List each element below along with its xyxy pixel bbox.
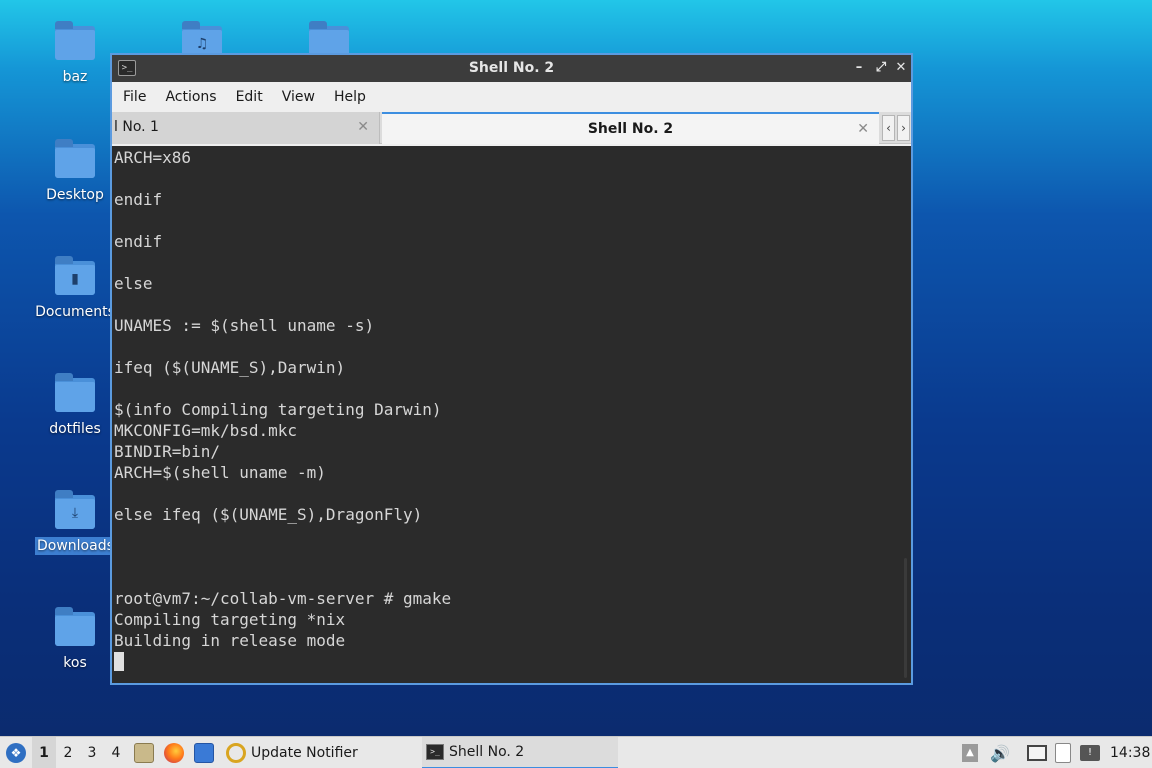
downloads-folder-icon: ⤓ xyxy=(55,490,95,529)
terminal-line: else ifeq ($(UNAME_S),DragonFly) xyxy=(114,505,423,524)
terminal-line: endif xyxy=(114,232,163,251)
desktop-icon-desktop[interactable]: Desktop xyxy=(35,139,115,204)
terminal-icon: >_ xyxy=(426,744,444,760)
desktop-icon-label: Documents xyxy=(35,304,115,320)
folder-icon xyxy=(55,139,95,178)
terminal-line: $(info Compiling targeting Darwin) xyxy=(114,400,442,419)
clock[interactable]: 14:38 xyxy=(1110,737,1150,768)
desktop-icon-label: kos xyxy=(63,655,87,671)
network-icon[interactable] xyxy=(1027,737,1047,768)
terminal-line: Compiling targeting *nix xyxy=(114,610,346,629)
notification-glyph: ! xyxy=(1080,745,1100,761)
clipboard-icon[interactable] xyxy=(1055,737,1071,768)
terminal-line: UNAMES := $(shell uname -s) xyxy=(114,316,375,335)
menu-actions[interactable]: Actions xyxy=(164,89,227,105)
desktop-icon-label: dotfiles xyxy=(49,421,101,437)
folder-icon xyxy=(55,607,95,646)
menu-bar: File Actions Edit View Help xyxy=(112,82,911,112)
menu-edit[interactable]: Edit xyxy=(235,89,274,105)
workspace-4[interactable]: 4 xyxy=(104,737,128,768)
terminal-line: ARCH=x86 xyxy=(114,148,192,167)
terminal-line: BINDIR=bin/ xyxy=(114,442,220,461)
tab-shell-1[interactable]: l No. 1 ✕ xyxy=(112,112,380,144)
firefox-icon xyxy=(164,743,184,763)
terminal-line: MKCONFIG=mk/bsd.mkc xyxy=(114,421,298,440)
menu-view[interactable]: View xyxy=(281,89,326,105)
minimize-icon[interactable]: – xyxy=(850,59,868,77)
file-manager-launcher[interactable] xyxy=(134,737,154,768)
volume-icon[interactable]: 🔊 xyxy=(990,737,1010,768)
tab-scroll-right-icon[interactable]: › xyxy=(897,115,910,141)
start-menu-button[interactable]: ❖ xyxy=(4,737,28,768)
desktop-icon-label: Downloads xyxy=(35,537,116,555)
tab-close-icon[interactable]: ✕ xyxy=(357,112,369,142)
task-label: Shell No. 2 xyxy=(449,744,525,760)
network-glyph xyxy=(1027,745,1047,761)
task-shell-2[interactable]: >_ Shell No. 2 xyxy=(422,737,618,768)
documents-folder-icon: ▮ xyxy=(55,256,95,295)
folder-icon xyxy=(55,373,95,412)
terminal-line: root@vm7:~/collab-vm-server # gmake xyxy=(114,589,452,608)
tray-up-glyph: ▲ xyxy=(962,744,978,762)
window-titlebar[interactable]: >_ Shell No. 2 – ⤢ ✕ xyxy=(112,55,911,82)
menu-help[interactable]: Help xyxy=(333,89,377,105)
task-label: Update Notifier xyxy=(251,745,358,761)
desktop-icon-downloads[interactable]: ⤓ Downloads xyxy=(35,490,116,555)
tab-bar: l No. 1 ✕ Shell No. 2 ✕ ‹ › xyxy=(112,112,911,144)
workspace-2[interactable]: 2 xyxy=(56,737,80,768)
terminal-line: Building in release mode xyxy=(114,631,346,650)
window-title: Shell No. 2 xyxy=(468,60,555,76)
terminal-text: ARCH=x86 endif endif else UNAMES := $(shell … xyxy=(112,146,911,672)
task-update-notifier[interactable]: Update Notifier xyxy=(222,737,418,768)
terminal-line: ARCH=$(shell uname -m) xyxy=(114,463,326,482)
taskbar: ❖ 1 2 3 4 Update Notifier >_ Shell No. 2… xyxy=(0,736,1152,768)
maximize-icon[interactable]: ⤢ xyxy=(872,59,890,77)
desktop-icon-label: baz xyxy=(62,69,88,85)
update-notifier-icon xyxy=(226,743,246,763)
close-icon[interactable]: ✕ xyxy=(892,59,910,77)
terminal-output[interactable]: ARCH=x86 endif endif else UNAMES := $(shell … xyxy=(112,146,911,683)
tab-scroll-left-icon[interactable]: ‹ xyxy=(882,115,895,141)
terminal-cursor xyxy=(114,652,124,671)
tab-shell-2[interactable]: Shell No. 2 ✕ xyxy=(382,112,879,144)
workspace-3[interactable]: 3 xyxy=(80,737,104,768)
desktop-icon-kos[interactable]: kos xyxy=(35,607,115,672)
start-menu-icon: ❖ xyxy=(6,743,26,763)
show-desktop-launcher[interactable] xyxy=(194,737,214,768)
terminal-line: else xyxy=(114,274,153,293)
firefox-launcher[interactable] xyxy=(164,737,184,768)
menu-file[interactable]: File xyxy=(122,89,157,105)
clipboard-glyph xyxy=(1055,743,1071,763)
desktop-icon-dotfiles[interactable]: dotfiles xyxy=(35,373,115,438)
terminal-line: endif xyxy=(114,190,163,209)
desktop-icon xyxy=(194,743,214,763)
folder-icon xyxy=(55,21,95,60)
desktop-icon-baz[interactable]: baz xyxy=(35,21,115,86)
tab-label: l No. 1 xyxy=(114,119,159,135)
tab-label: Shell No. 2 xyxy=(587,121,674,137)
terminal-scrollbar[interactable] xyxy=(904,558,907,678)
tray-up-icon[interactable]: ▲ xyxy=(962,737,978,768)
workspace-1[interactable]: 1 xyxy=(32,737,56,768)
desktop-icon-documents[interactable]: ▮ Documents xyxy=(35,256,115,321)
file-manager-icon xyxy=(134,743,154,763)
terminal-cursor-line xyxy=(114,651,911,672)
terminal-window: >_ Shell No. 2 – ⤢ ✕ File Actions Edit V… xyxy=(110,53,913,685)
terminal-line: ifeq ($(UNAME_S),Darwin) xyxy=(114,358,346,377)
tab-close-icon[interactable]: ✕ xyxy=(857,114,869,144)
desktop-icon-label: Desktop xyxy=(46,187,104,203)
notification-icon[interactable]: ! xyxy=(1080,737,1100,768)
